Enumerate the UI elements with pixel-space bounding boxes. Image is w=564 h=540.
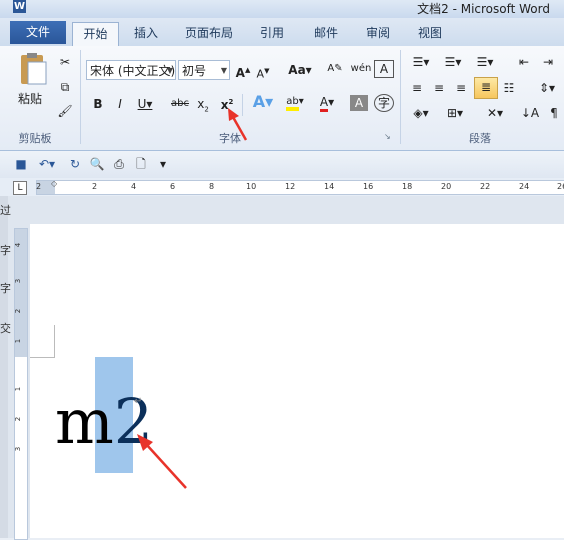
arrow-to-selection bbox=[137, 434, 187, 489]
arrow-to-superscript bbox=[228, 108, 248, 141]
annotation-arrows bbox=[137, 108, 248, 489]
